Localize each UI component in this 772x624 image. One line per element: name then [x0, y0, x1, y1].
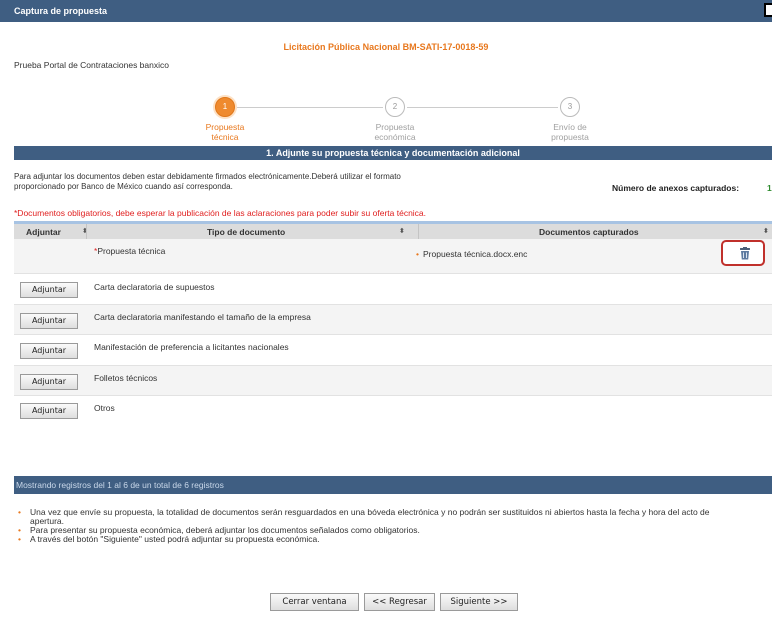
next-button[interactable]: Siguiente >>	[440, 593, 518, 611]
anexos-count: 1	[767, 183, 772, 193]
step-number: 2	[385, 97, 405, 117]
document-type: Otros	[94, 403, 115, 413]
document-type: Manifestación de preferencia a licitante…	[94, 342, 289, 352]
table-row: Adjuntar Manifestación de preferencia a …	[14, 335, 772, 366]
column-header-tipo[interactable]: Tipo de documento ⬍	[86, 224, 418, 239]
step-propuesta-economica: 2 Propuesta económica	[350, 97, 440, 142]
delete-highlight	[721, 240, 765, 266]
document-type: Folletos técnicos	[94, 373, 158, 383]
adjuntar-button[interactable]: Adjuntar	[20, 374, 78, 390]
adjuntar-button[interactable]: Adjuntar	[20, 282, 78, 298]
table-row: Adjuntar Carta declaratoria de supuestos	[14, 274, 772, 305]
step-number: 3	[560, 97, 580, 117]
documents-table-header: Adjuntar ⬍ Tipo de documento ⬍ Documento…	[14, 221, 772, 239]
captured-document[interactable]: • Propuesta técnica.docx.enc	[416, 249, 527, 259]
window-title: Captura de propuesta	[14, 6, 108, 16]
step-envio-propuesta: 3 Envío de propuesta	[525, 97, 615, 142]
step-label: Propuesta técnica	[205, 122, 245, 142]
adjuntar-button[interactable]: Adjuntar	[20, 403, 78, 419]
back-button[interactable]: << Regresar	[364, 593, 435, 611]
notes-list: Una vez que envíe su propuesta, la total…	[14, 508, 772, 545]
list-item: Una vez que envíe su propuesta, la total…	[14, 508, 772, 526]
step-label: Envío de propuesta	[551, 122, 589, 142]
window-corner-control[interactable]	[764, 3, 772, 17]
list-item: A través del botón "Siguiente" usted pod…	[14, 535, 772, 545]
sort-icon[interactable]: ⬍	[763, 227, 769, 235]
adjuntar-button[interactable]: Adjuntar	[20, 313, 78, 329]
document-type: *Propuesta técnica	[94, 246, 166, 256]
action-buttons: Cerrar ventana << Regresar Siguiente >>	[270, 593, 540, 611]
table-row: Adjuntar Otros	[14, 396, 772, 432]
adjuntar-button[interactable]: Adjuntar	[20, 343, 78, 359]
anexos-label: Número de anexos capturados:	[612, 183, 740, 193]
instructions-text: Para adjuntar los documentos deben estar…	[14, 172, 401, 191]
document-type: Carta declaratoria manifestando el tamañ…	[94, 312, 311, 322]
sort-icon[interactable]: ⬍	[399, 227, 405, 235]
bullet-icon: •	[416, 249, 419, 259]
window-title-bar: Captura de propuesta	[0, 0, 772, 22]
step-propuesta-tecnica: 1 Propuesta técnica	[180, 97, 270, 142]
section-title: 1. Adjunte su propuesta técnica y docume…	[14, 146, 772, 160]
step-label: Propuesta económica	[374, 122, 416, 142]
column-header-capturados[interactable]: Documentos capturados ⬍	[418, 224, 772, 239]
table-row: Adjuntar Folletos técnicos	[14, 366, 772, 396]
required-docs-warning: *Documentos obligatorios, debe esperar l…	[14, 208, 427, 218]
trash-icon[interactable]	[739, 247, 751, 260]
licitacion-title: Licitación Pública Nacional BM-SATI-17-0…	[283, 42, 489, 52]
close-window-button[interactable]: Cerrar ventana	[270, 593, 359, 611]
table-row: Adjuntar Carta declaratoria manifestando…	[14, 305, 772, 335]
proceso-name: Prueba Portal de Contrataciones banxico	[14, 60, 169, 70]
column-header-adjuntar[interactable]: Adjuntar ⬍	[26, 227, 88, 237]
table-footer-info: Mostrando registros del 1 al 6 de un tot…	[14, 476, 772, 494]
document-type: Carta declaratoria de supuestos	[94, 282, 215, 292]
table-row: *Propuesta técnica	[14, 239, 772, 274]
step-number: 1	[215, 97, 235, 117]
